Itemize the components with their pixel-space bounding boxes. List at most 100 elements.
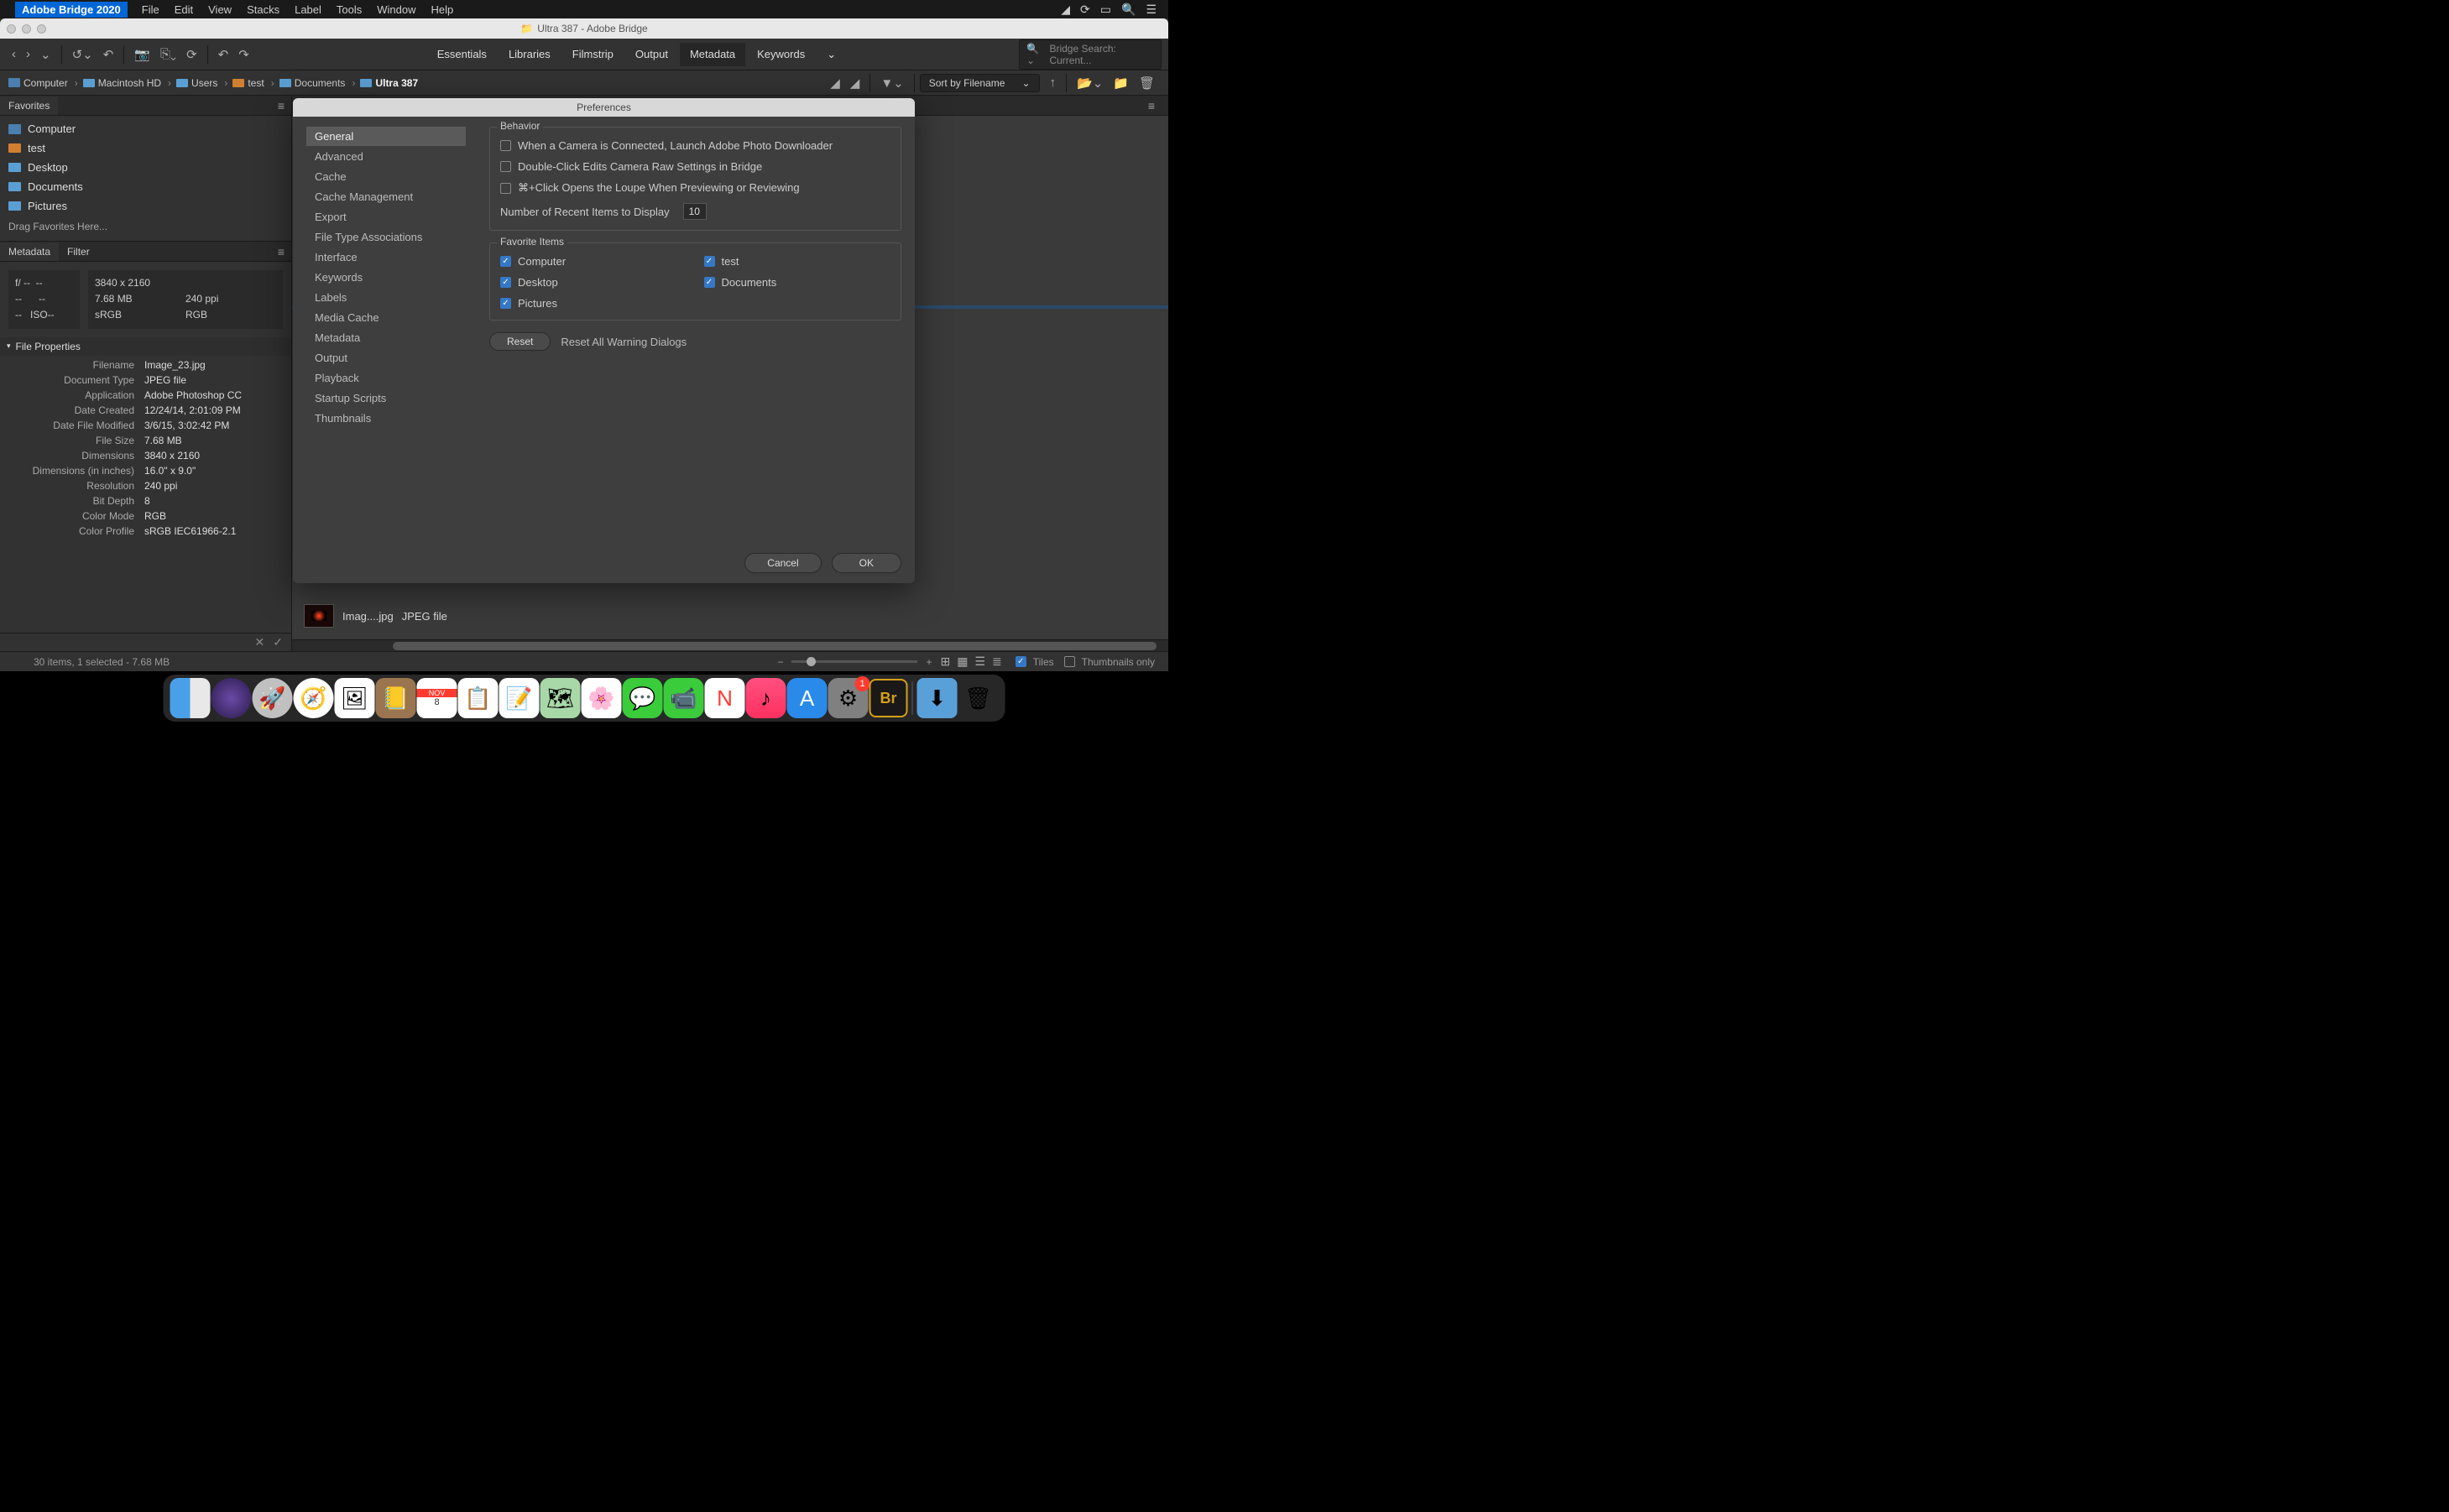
reset-button[interactable]: Reset — [489, 332, 551, 351]
tab-metadata[interactable]: Metadata — [0, 242, 59, 261]
cat-export[interactable]: Export — [306, 207, 466, 227]
path-users[interactable]: Users› — [176, 77, 227, 89]
dock-siri[interactable] — [211, 678, 252, 718]
ws-filmstrip[interactable]: Filmstrip — [562, 43, 624, 66]
fav-check-documents[interactable]: ✓ — [704, 277, 715, 288]
zoom-out-button[interactable]: − — [777, 656, 783, 668]
dock-calendar[interactable]: NOV8 — [417, 678, 457, 718]
zoom-slider-handle[interactable] — [807, 657, 816, 666]
fav-check-pictures[interactable]: ✓ — [500, 298, 511, 309]
view-details-icon[interactable]: ☰ — [974, 654, 985, 669]
dock-notes[interactable]: 📝 — [499, 678, 540, 718]
cat-metadata[interactable]: Metadata — [306, 328, 466, 347]
dock-downloads[interactable]: ⬇ — [917, 678, 958, 718]
fav-test[interactable]: test — [0, 138, 291, 158]
spotlight-icon[interactable]: 🔍 — [1121, 3, 1136, 17]
cancel-meta-icon[interactable]: ✕ — [255, 635, 265, 649]
dock-photos[interactable]: 🌸 — [582, 678, 622, 718]
menu-label[interactable]: Label — [287, 3, 329, 16]
file-properties-header[interactable]: ▾ File Properties — [0, 337, 291, 356]
zoom-in-button[interactable]: + — [926, 656, 932, 668]
dock-reminders[interactable]: 📋 — [458, 678, 499, 718]
view-grid-icon[interactable]: ⊞ — [940, 654, 950, 669]
forward-button[interactable]: › — [21, 44, 35, 65]
dock-music[interactable]: ♪ — [746, 678, 786, 718]
window-titlebar[interactable]: 📁 Ultra 387 - Adobe Bridge — [0, 18, 1168, 39]
fav-desktop[interactable]: Desktop — [0, 158, 291, 177]
cat-keywords[interactable]: Keywords — [306, 268, 466, 287]
fav-computer[interactable]: Computer — [0, 119, 291, 138]
sort-dropdown[interactable]: Sort by Filename⌄ — [920, 74, 1040, 92]
menu-view[interactable]: View — [201, 3, 239, 16]
refresh-button[interactable]: ⟳ — [181, 44, 202, 65]
cat-playback[interactable]: Playback — [306, 368, 466, 388]
close-window-button[interactable] — [7, 24, 16, 34]
recent-items-input[interactable] — [683, 203, 707, 220]
menu-edit[interactable]: Edit — [167, 3, 201, 16]
open-in-button[interactable]: 📂⌄ — [1072, 72, 1108, 94]
thumbs-only-checkbox[interactable] — [1064, 656, 1075, 667]
menu-file[interactable]: File — [134, 3, 167, 16]
dock-safari[interactable]: 🧭 — [294, 678, 334, 718]
fav-documents[interactable]: Documents — [0, 177, 291, 196]
cat-cache-mgmt[interactable]: Cache Management — [306, 187, 466, 206]
path-documents[interactable]: Documents› — [279, 77, 356, 89]
dock-trash[interactable]: 🗑 — [958, 678, 999, 718]
menu-window[interactable]: Window — [369, 3, 423, 16]
dock-launchpad[interactable]: 🚀 — [253, 678, 293, 718]
path-computer[interactable]: Computer› — [8, 77, 78, 89]
dock-finder[interactable] — [170, 678, 211, 718]
cat-startup[interactable]: Startup Scripts — [306, 388, 466, 408]
rotate-ccw-button[interactable]: ↶ — [213, 44, 234, 65]
zoom-slider[interactable] — [791, 660, 917, 663]
ws-essentials[interactable]: Essentials — [427, 43, 497, 66]
path-hd[interactable]: Macintosh HD› — [83, 77, 171, 89]
parent-folder-button[interactable]: ⌄ — [35, 44, 56, 65]
camera-launch-checkbox[interactable] — [500, 140, 511, 151]
dialog-title[interactable]: Preferences — [293, 98, 915, 117]
double-click-raw-checkbox[interactable] — [500, 161, 511, 172]
batch-button[interactable]: ⎘⌄ — [155, 44, 181, 65]
path-current[interactable]: Ultra 387 — [360, 77, 418, 89]
cat-general[interactable]: General — [306, 127, 466, 146]
traffic-lights[interactable] — [7, 24, 46, 34]
zoom-window-button[interactable] — [37, 24, 46, 34]
ws-libraries[interactable]: Libraries — [499, 43, 561, 66]
dock-messages[interactable]: 💬 — [623, 678, 663, 718]
cat-thumbnails[interactable]: Thumbnails — [306, 409, 466, 428]
display-icon[interactable]: ▭ — [1100, 3, 1111, 17]
dock-settings[interactable]: ⚙1 — [828, 678, 869, 718]
scrollbar-thumb[interactable] — [393, 642, 1157, 650]
tab-favorites[interactable]: Favorites — [0, 96, 58, 115]
fav-check-desktop[interactable]: ✓ — [500, 277, 511, 288]
cancel-button[interactable]: Cancel — [744, 553, 821, 573]
ws-keywords[interactable]: Keywords — [747, 43, 815, 66]
horizontal-scrollbar[interactable] — [292, 639, 1168, 651]
ok-button[interactable]: OK — [832, 553, 901, 573]
dock-appstore[interactable]: A — [787, 678, 828, 718]
tiles-checkbox[interactable]: ✓ — [1016, 656, 1026, 667]
panel-menu-icon[interactable]: ≡ — [271, 99, 291, 112]
filter-button[interactable]: ▼⌄ — [875, 72, 908, 94]
boomerang-button[interactable]: ↶ — [98, 44, 119, 65]
fav-check-test[interactable]: ✓ — [704, 256, 715, 267]
trash-button[interactable]: 🗑 — [1134, 72, 1160, 94]
notification-icon[interactable]: ◢ — [1061, 3, 1070, 17]
tab-filter[interactable]: Filter — [59, 242, 98, 261]
back-button[interactable]: ‹ — [7, 44, 21, 65]
ws-more[interactable]: ⌄ — [817, 43, 846, 66]
dock-bridge[interactable]: Br — [869, 679, 908, 717]
cat-advanced[interactable]: Advanced — [306, 147, 466, 166]
cat-labels[interactable]: Labels — [306, 288, 466, 307]
dock-news[interactable]: N — [705, 678, 745, 718]
search-input[interactable]: 🔍⌄ Bridge Search: Current... — [1019, 39, 1162, 70]
new-folder-button[interactable]: 📁 — [1108, 72, 1134, 94]
ws-metadata[interactable]: Metadata — [680, 43, 745, 66]
recent-button[interactable]: ↺⌄ — [67, 44, 98, 65]
app-menu[interactable]: Adobe Bridge 2020 — [15, 2, 128, 18]
cat-file-type[interactable]: File Type Associations — [306, 227, 466, 247]
view-list-icon[interactable]: ≣ — [992, 654, 1002, 669]
rotate-cw-button[interactable]: ↷ — [233, 44, 254, 65]
fav-pictures[interactable]: Pictures — [0, 196, 291, 216]
loupe-click-checkbox[interactable] — [500, 183, 511, 194]
